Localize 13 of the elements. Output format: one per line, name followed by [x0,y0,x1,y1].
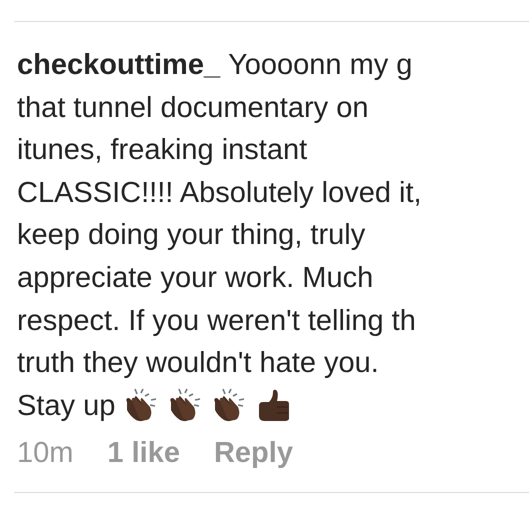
comment-text: truth they wouldn't hate you. [17,346,379,382]
comment-text: appreciate your work. Much [17,260,374,296]
comment-text: itunes, freaking instant [17,133,308,168]
comment-text: Stay up [17,388,116,424]
reply-link[interactable]: Reply [214,433,293,474]
comment-text: that tunnel documentary on [17,90,368,126]
username-link[interactable]: checkouttime_ [17,44,220,87]
comment-text: respect. If you weren't telling th [17,304,416,339]
comment-text: Yoooonn my g [228,48,412,83]
comment-time: 10m [17,436,74,472]
comment-text: keep doing your thing, truly [17,218,366,254]
likes-link[interactable]: 1 like [107,433,180,474]
comment-text: CLASSIC!!!! Absolutely loved it, [17,176,422,211]
